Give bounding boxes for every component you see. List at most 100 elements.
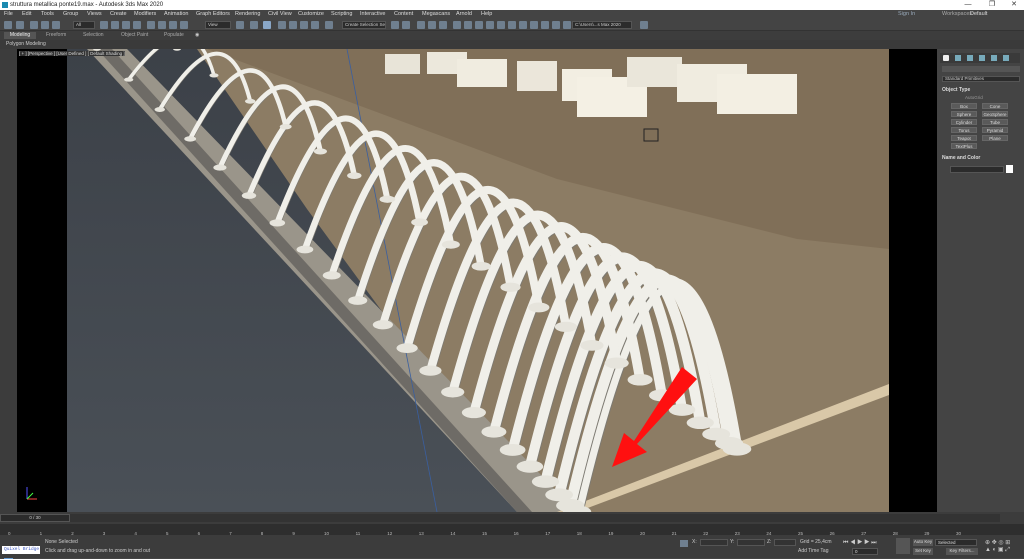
angle-snap-icon[interactable] xyxy=(289,21,297,29)
select-manipulate-icon[interactable] xyxy=(250,21,258,29)
cone-button[interactable]: Cone xyxy=(982,103,1008,109)
autogrid-checkbox[interactable]: AutoGrid xyxy=(965,95,983,100)
select-object-icon[interactable] xyxy=(100,21,108,29)
menu-help[interactable]: Help xyxy=(481,10,492,19)
select-move-icon[interactable] xyxy=(147,21,155,29)
curve-editor-icon[interactable] xyxy=(453,21,461,29)
named-selection-set-dropdown[interactable]: Create Selection Se xyxy=(342,21,386,29)
material-editor-icon[interactable] xyxy=(475,21,483,29)
maximize-button[interactable]: ❐ xyxy=(984,0,1000,10)
window-crossing-icon[interactable] xyxy=(133,21,141,29)
select-scale-icon[interactable] xyxy=(169,21,177,29)
plane-button[interactable]: Plane xyxy=(982,135,1008,141)
perspective-viewport[interactable] xyxy=(17,49,937,512)
menu-file[interactable]: File xyxy=(4,10,13,19)
key-mode-dropdown[interactable]: Selected xyxy=(935,539,977,546)
tab-populate[interactable]: Populate xyxy=(164,32,184,39)
select-by-name-icon[interactable] xyxy=(111,21,119,29)
utilities-tab-icon[interactable] xyxy=(1003,55,1009,61)
keyboard-shortcut-override-icon[interactable] xyxy=(263,21,271,29)
edit-named-selection-icon[interactable] xyxy=(325,21,333,29)
maxscript-listener[interactable]: Quixel Bridge xyxy=(2,546,40,554)
pivot-center-icon[interactable] xyxy=(236,21,244,29)
name-color-header[interactable]: Name and Color xyxy=(942,155,980,161)
key-filters-button[interactable]: Key Filters... xyxy=(946,548,978,555)
time-slider[interactable]: 0 / 30 xyxy=(0,514,70,522)
object-color-swatch[interactable] xyxy=(1006,165,1013,173)
create-tab-icon[interactable] xyxy=(943,55,949,61)
render-setup-icon[interactable] xyxy=(486,21,494,29)
bind-spacewarp-icon[interactable] xyxy=(52,21,60,29)
render-region-icon[interactable] xyxy=(530,21,538,29)
menu-modifiers[interactable]: Modifiers xyxy=(134,10,156,19)
box-button[interactable]: Box xyxy=(951,103,977,109)
rendered-frame-window-icon[interactable] xyxy=(497,21,505,29)
workspace-dropdown[interactable]: Default xyxy=(970,10,987,19)
z-coord-field[interactable] xyxy=(774,539,796,546)
polygon-modeling-label[interactable]: Polygon Modeling xyxy=(6,41,46,47)
add-time-tag[interactable]: Add Time Tag xyxy=(798,548,828,554)
close-button[interactable]: ✕ xyxy=(1006,0,1022,10)
cylinder-button[interactable]: Cylinder xyxy=(951,119,977,125)
schematic-view-icon[interactable] xyxy=(464,21,472,29)
playback-controls[interactable]: ⏮ ◀ ▶ ▶ ⏭ xyxy=(843,540,883,547)
selection-filter-dropdown[interactable]: All xyxy=(73,21,95,29)
project-folder-icon[interactable] xyxy=(640,21,648,29)
reference-coord-dropdown[interactable]: View xyxy=(205,21,231,29)
ribbon-toggle-icon[interactable] xyxy=(439,21,447,29)
rectangular-selection-icon[interactable] xyxy=(122,21,130,29)
mirror-icon[interactable] xyxy=(391,21,399,29)
viewport-navigation-controls[interactable]: ⊕ ✥ ◎ ⊞ ▲ ◐ ▣ ⤢ xyxy=(985,540,1021,554)
menu-views[interactable]: Views xyxy=(87,10,102,19)
pyramid-button[interactable]: Pyramid xyxy=(982,127,1008,133)
tab-freeform[interactable]: Freeform xyxy=(46,32,66,39)
unlink-icon[interactable] xyxy=(41,21,49,29)
select-rotate-icon[interactable] xyxy=(158,21,166,29)
sphere-button[interactable]: Sphere xyxy=(951,111,977,117)
tab-modeling[interactable]: Modeling xyxy=(4,32,36,39)
menu-customize[interactable]: Customize xyxy=(298,10,324,19)
menu-civil-view[interactable]: Civil View xyxy=(268,10,292,19)
menu-group[interactable]: Group xyxy=(63,10,78,19)
geosphere-button[interactable]: GeoSphere xyxy=(982,111,1008,117)
menu-content[interactable]: Content xyxy=(394,10,413,19)
isolate-selection-icon[interactable] xyxy=(680,540,688,547)
placement-icon[interactable] xyxy=(180,21,188,29)
undo-icon[interactable] xyxy=(4,21,12,29)
tube-button[interactable]: Tube xyxy=(982,119,1008,125)
render-production-icon[interactable] xyxy=(508,21,516,29)
display-tab-icon[interactable] xyxy=(991,55,997,61)
x-coord-field[interactable] xyxy=(700,539,728,546)
menu-edit[interactable]: Edit xyxy=(22,10,31,19)
set-key-button[interactable]: Set Key xyxy=(913,548,933,555)
menu-create[interactable]: Create xyxy=(110,10,127,19)
link-icon[interactable] xyxy=(30,21,38,29)
viewport-label[interactable]: [ + ] [Perspective ] [User Defined ] [ D… xyxy=(19,51,125,56)
object-type-header[interactable]: Object Type xyxy=(942,87,970,93)
menu-arnold[interactable]: Arnold xyxy=(456,10,472,19)
menu-interactive[interactable]: Interactive xyxy=(360,10,385,19)
create-category-row[interactable] xyxy=(942,66,1020,72)
time-slider-track[interactable] xyxy=(70,514,1000,522)
layer-explorer-icon[interactable] xyxy=(428,21,436,29)
y-coord-field[interactable] xyxy=(737,539,765,546)
menu-megascans[interactable]: Megascans xyxy=(422,10,450,19)
open-project-icon[interactable] xyxy=(563,21,571,29)
textplus-button[interactable]: TextPlus xyxy=(951,143,977,149)
minimize-button[interactable]: — xyxy=(960,0,976,10)
ribbon-options-icon[interactable]: ◉ xyxy=(195,32,199,39)
menu-animation[interactable]: Animation xyxy=(164,10,188,19)
object-name-field[interactable] xyxy=(950,166,1004,173)
motion-tab-icon[interactable] xyxy=(979,55,985,61)
scene-explorer-icon[interactable] xyxy=(417,21,425,29)
primitives-dropdown[interactable]: Standard Primitives xyxy=(942,76,1020,82)
torus-button[interactable]: Torus xyxy=(951,127,977,133)
spinner-snap-icon[interactable] xyxy=(311,21,319,29)
menu-tools[interactable]: Tools xyxy=(41,10,54,19)
tab-selection[interactable]: Selection xyxy=(83,32,104,39)
percent-snap-icon[interactable] xyxy=(300,21,308,29)
teapot-button[interactable]: Teapot xyxy=(951,135,977,141)
sign-in-link[interactable]: Sign In xyxy=(898,10,915,19)
align-icon[interactable] xyxy=(402,21,410,29)
hierarchy-tab-icon[interactable] xyxy=(967,55,973,61)
